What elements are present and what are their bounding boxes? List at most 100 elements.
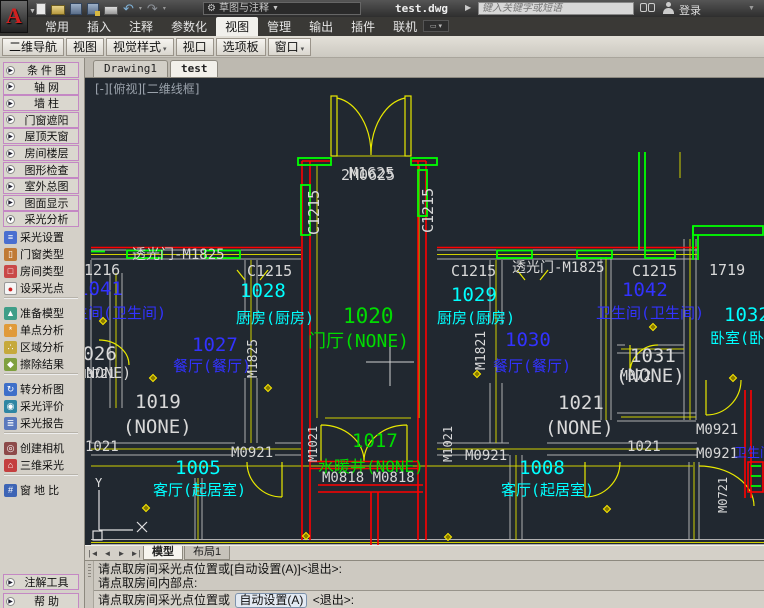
lighting-report-icon: ≣ [4, 417, 17, 430]
command-prompt[interactable]: 请点取房间采光点位置或 自动设置(A) <退出>: [94, 593, 764, 608]
layout-tab-布局1[interactable]: 布局1 [184, 546, 230, 560]
user-icon[interactable] [663, 2, 674, 14]
command-window-grip[interactable] [85, 561, 94, 608]
cad-text-label: 卫生间(卫生间) [596, 306, 704, 321]
command-prompt-suffix: <退出>: [313, 593, 354, 607]
panel-button-二维导航[interactable]: 二维导航 [2, 38, 64, 56]
first-layout-nav-button[interactable]: |◄ [87, 549, 100, 558]
undo-button[interactable]: ↶ [123, 3, 134, 15]
command-option-button[interactable]: 自动设置(A) [235, 593, 307, 608]
sidebar-item-label: 创建相机 [20, 440, 64, 456]
fold-arrow-icon: ▶ [6, 198, 15, 207]
undo-dropdown-icon[interactable]: ▾ [139, 5, 142, 12]
sidebar-group-屋顶天窗[interactable]: ▶屋顶天窗 [3, 128, 79, 144]
chevron-down-icon: ▾ [301, 46, 305, 53]
print-icon[interactable] [104, 6, 118, 15]
chevron-down-icon: ▼ [272, 3, 279, 14]
ribbon-tab-插入[interactable]: 插入 [78, 17, 120, 36]
drawing-tab-Drawing1[interactable]: Drawing1 [93, 60, 168, 77]
sidebar-group-采光分析[interactable]: ▼采光分析 [3, 211, 79, 227]
sidebar-group-条件图[interactable]: ▶条 件 图 [3, 62, 79, 78]
cad-text-label: 1030 [505, 331, 551, 350]
sidebar-group-房间楼层[interactable]: ▶房间楼层 [3, 145, 79, 161]
sidebar-item-设采光点[interactable]: ●设采光点 [4, 280, 82, 296]
ribbon-tab-视图[interactable]: 视图 [216, 17, 258, 36]
sidebar-item-采光报告[interactable]: ≣采光报告 [4, 415, 82, 431]
sidebar-item-准备模型[interactable]: ▲准备模型 [4, 305, 82, 321]
document-title: test.dwg [395, 2, 448, 15]
fold-arrow-icon: ▶ [6, 578, 15, 587]
ribbon-tab-常用[interactable]: 常用 [36, 17, 78, 36]
title-arrow-icon: ▶ [465, 3, 471, 12]
panel-button-窗口[interactable]: 窗口▾ [268, 38, 312, 56]
redo-button[interactable]: ↷ [147, 3, 158, 15]
next-layout-nav-button[interactable]: ► [115, 549, 128, 558]
panel-button-视图[interactable]: 视图 [66, 38, 104, 56]
last-layout-nav-button[interactable]: ►| [129, 549, 142, 558]
new-file-icon[interactable] [36, 3, 46, 15]
sidebar-group-label: 图形检查 [17, 162, 76, 178]
sidebar-item-创建相机[interactable]: ◎创建相机 [4, 440, 82, 456]
sidebar-item-label: 门窗类型 [20, 246, 64, 262]
cad-text-label: 1021 [85, 440, 119, 454]
door-window-type-icon: ▯ [4, 248, 17, 261]
workspace-selector[interactable]: ⚙ 草图与注释 ▼ [203, 2, 361, 15]
sidebar-group-轴网[interactable]: ▶轴 网 [3, 79, 79, 95]
sidebar-group-墙柱[interactable]: ▶墙 柱 [3, 95, 79, 111]
cad-text-label: 1021 [627, 440, 661, 454]
cad-text-label: 1029 [451, 286, 497, 305]
sidebar-group-门窗遮阳[interactable]: ▶门窗遮阳 [3, 112, 79, 128]
save-as-icon[interactable] [87, 3, 99, 15]
ribbon-tab-参数化[interactable]: 参数化 [162, 17, 216, 36]
sidebar-item-label: 采光评价 [20, 398, 64, 414]
sidebar-item-label: 擦除结果 [20, 356, 64, 372]
prepare-model-icon: ▲ [4, 307, 17, 320]
panel-button-选项板[interactable]: 选项板 [216, 38, 266, 56]
layout-tab-模型[interactable]: 模型 [143, 546, 183, 560]
sidebar-group-注解工具[interactable]: ▶注解工具 [3, 574, 79, 590]
sidebar-item-单点分析[interactable]: *单点分析 [4, 322, 82, 338]
quick-access-toolbar: ↶ ▾ ↷ ▾ [36, 1, 166, 16]
sidebar-item-采光评价[interactable]: ◉采光评价 [4, 398, 82, 414]
signin-button[interactable]: 登录 [679, 2, 701, 18]
save-icon[interactable] [70, 3, 82, 15]
prev-layout-nav-button[interactable]: ◄ [101, 549, 114, 558]
sidebar-item-三维采光[interactable]: ⌂三维采光 [4, 457, 82, 473]
panel-button-视觉样式[interactable]: 视觉样式▾ [106, 38, 174, 56]
titlebar-overflow-icon[interactable]: ▼ [748, 5, 755, 12]
drawing-canvas[interactable]: [-][俯视][二维线框] [85, 78, 764, 545]
sidebar-item-门窗类型[interactable]: ▯门窗类型 [4, 246, 82, 262]
panel-button-视口[interactable]: 视口 [176, 38, 214, 56]
ribbon-tab-联机[interactable]: 联机 [384, 17, 426, 36]
drawing-tab-test[interactable]: test [170, 60, 219, 77]
cad-text-label: 卫生间(卫生间) [85, 306, 166, 321]
sidebar-group-帮助[interactable]: ▶帮 助 [3, 593, 79, 608]
open-file-icon[interactable] [51, 5, 65, 15]
ribbon-tab-注释[interactable]: 注释 [120, 17, 162, 36]
sidebar-item-转分析图[interactable]: ↻转分析图 [4, 381, 82, 397]
cad-application-window: ↶▾↷▾ ⚙ 草图与注释 ▼ test.dwg ▶ 键入关键字或短语 登录 ▼ … [0, 0, 764, 608]
cad-text-label: 1005 [175, 459, 221, 478]
sidebar-group-图形检查[interactable]: ▶图形检查 [3, 162, 79, 178]
sidebar-group-图面显示[interactable]: ▶图面显示 [3, 195, 79, 211]
fold-arrow-icon: ▶ [6, 132, 15, 141]
sidebar-group-室外总图[interactable]: ▶室外总图 [3, 178, 79, 194]
ribbon-tab-管理[interactable]: 管理 [258, 17, 300, 36]
sidebar-item-窗地比[interactable]: #窗 地 比 [4, 482, 82, 498]
ribbon-tab-插件[interactable]: 插件 [342, 17, 384, 36]
search-input[interactable]: 键入关键字或短语 [478, 2, 634, 15]
redo-dropdown-icon[interactable]: ▾ [163, 5, 166, 12]
drawing-tab-bar: Drawing1test [85, 58, 764, 78]
sidebar-item-采光设置[interactable]: ≡采光设置 [4, 229, 82, 245]
search-icon[interactable] [640, 3, 656, 14]
ribbon-tab-输出[interactable]: 输出 [300, 17, 342, 36]
sidebar-item-擦除结果[interactable]: ◆擦除结果 [4, 356, 82, 372]
ribbon-display-toggle[interactable]: ▭ ▾ [423, 20, 449, 32]
cad-text-label: 厨房(厨房) [437, 311, 515, 326]
cad-text-label: 厨房(厨房) [236, 311, 314, 326]
application-menu-button[interactable]: A [0, 0, 28, 33]
cad-text-label: 透光门-M1825 [512, 261, 605, 275]
erase-results-icon: ◆ [4, 358, 17, 371]
sidebar-item-房间类型[interactable]: □房间类型 [4, 263, 82, 279]
sidebar-item-区域分析[interactable]: ∴区域分析 [4, 339, 82, 355]
